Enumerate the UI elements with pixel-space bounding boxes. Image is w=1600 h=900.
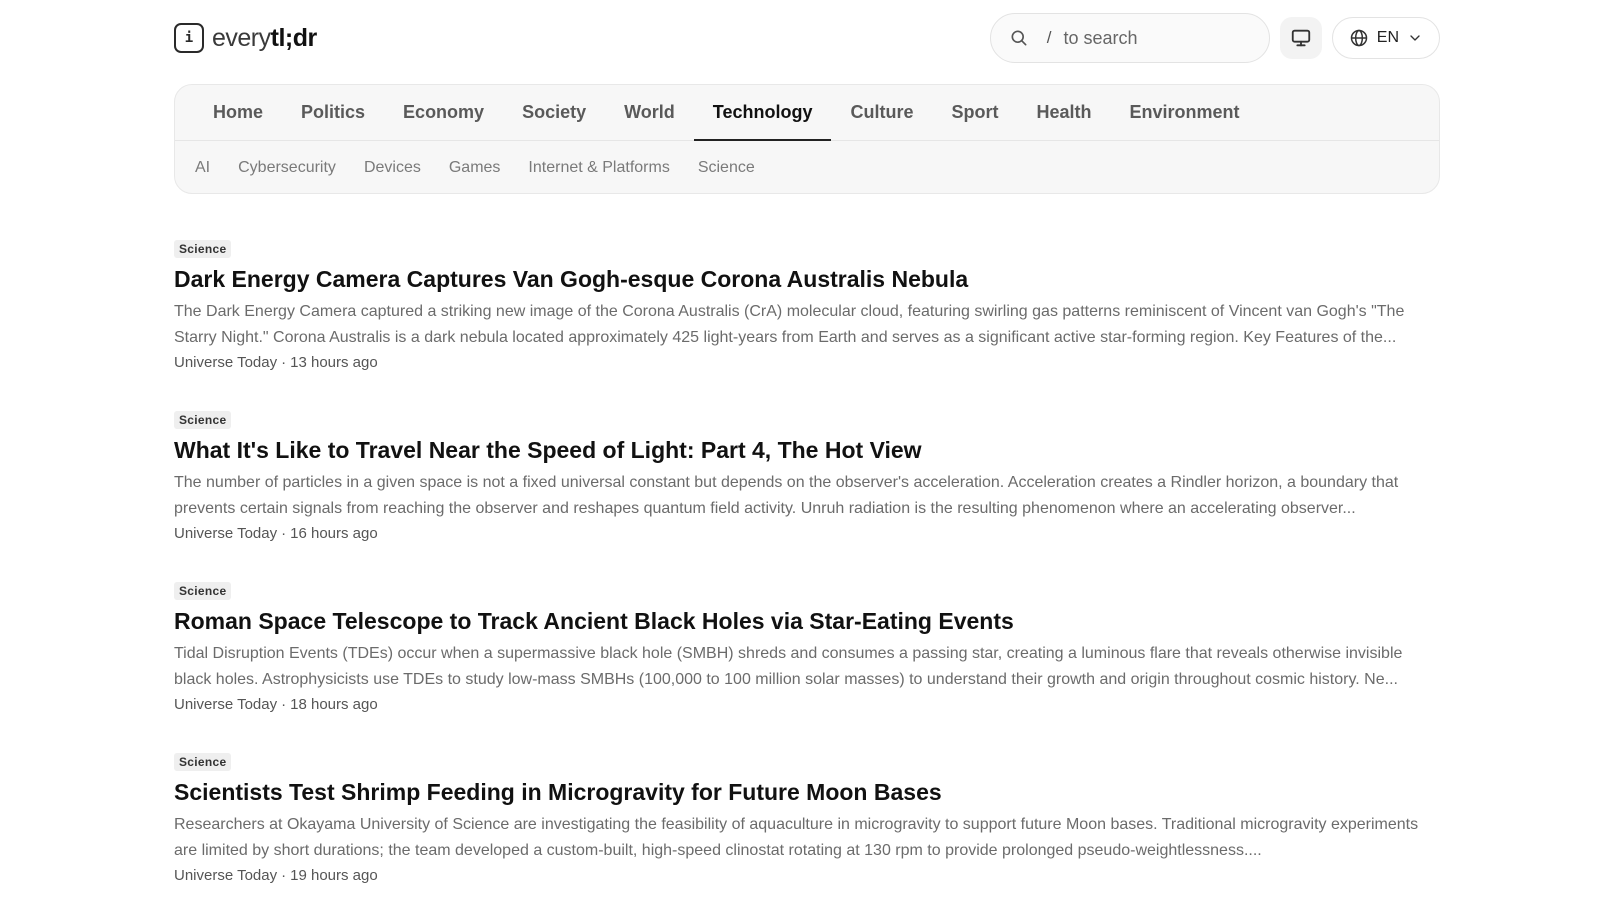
article-meta: Universe Today · 18 hours ago [174, 696, 1440, 713]
subtab-internet-platforms[interactable]: Internet & Platforms [528, 159, 669, 177]
meta-separator: · [281, 354, 287, 371]
article-summary: Researchers at Okayama University of Sci… [174, 816, 1419, 859]
article-source: Universe Today [174, 867, 278, 884]
main-tabs: Home Politics Economy Society World Tech… [175, 85, 1439, 141]
article-source: Universe Today [174, 696, 278, 713]
category-navigation: Home Politics Economy Society World Tech… [174, 84, 1440, 194]
search-placeholder: to search [1063, 27, 1138, 48]
tab-politics[interactable]: Politics [282, 85, 384, 140]
article-summary: The number of particles in a given space… [174, 474, 1399, 517]
category-badge: Science [174, 582, 232, 600]
article-source: Universe Today [174, 525, 278, 542]
logo-icon: i [174, 23, 204, 53]
tab-sport[interactable]: Sport [932, 85, 1017, 140]
tab-society[interactable]: Society [503, 85, 605, 140]
category-badge: Science [174, 240, 232, 258]
article-meta: Universe Today · 19 hours ago [174, 867, 1440, 884]
logo-text-strong: tl;dr [270, 23, 318, 52]
subtab-science[interactable]: Science [698, 159, 755, 177]
tab-environment[interactable]: Environment [1110, 85, 1258, 140]
article-time: 13 hours ago [290, 354, 378, 371]
tab-culture[interactable]: Culture [831, 85, 932, 140]
subtab-games[interactable]: Games [449, 159, 501, 177]
category-badge: Science [174, 411, 232, 429]
article-item: Science Dark Energy Camera Captures Van … [174, 240, 1440, 411]
tab-home[interactable]: Home [194, 85, 282, 140]
category-badge: Science [174, 753, 232, 771]
search-shortcut: / [1046, 28, 1052, 47]
tab-technology[interactable]: Technology [693, 85, 832, 141]
tab-health[interactable]: Health [1017, 85, 1110, 140]
article-meta: Universe Today · 13 hours ago [174, 354, 1440, 371]
tab-world[interactable]: World [605, 85, 694, 140]
article-item: Science Scientists Test Shrimp Feeding i… [174, 753, 1440, 900]
display-mode-button[interactable] [1279, 17, 1322, 59]
subtab-cybersecurity[interactable]: Cybersecurity [238, 159, 336, 177]
meta-separator: · [281, 867, 287, 884]
article-title-link[interactable]: What It's Like to Travel Near the Speed … [174, 435, 1440, 465]
logo-text: everytl;dr [212, 24, 317, 53]
page: i everytl;dr / to search EN Home Politic… [0, 0, 1600, 900]
subtab-ai[interactable]: AI [195, 159, 210, 177]
globe-icon [1350, 29, 1368, 47]
article-title-link[interactable]: Scientists Test Shrimp Feeding in Microg… [174, 777, 1440, 807]
article-time: 18 hours ago [290, 696, 378, 713]
logo-text-prefix: every [212, 23, 271, 52]
article-item: Science Roman Space Telescope to Track A… [174, 582, 1440, 753]
article-time: 16 hours ago [290, 525, 378, 542]
article-meta: Universe Today · 16 hours ago [174, 525, 1440, 542]
article-list: Science Dark Energy Camera Captures Van … [174, 240, 1440, 900]
chevron-down-icon [1410, 35, 1420, 41]
article-source: Universe Today [174, 354, 278, 371]
subtab-devices[interactable]: Devices [364, 159, 421, 177]
header: i everytl;dr / to search EN [174, 12, 1440, 64]
meta-separator: · [281, 696, 287, 713]
search-input[interactable]: / to search [989, 13, 1270, 63]
article-title-link[interactable]: Roman Space Telescope to Track Ancient B… [174, 606, 1440, 636]
tab-economy[interactable]: Economy [384, 85, 503, 140]
monitor-icon [1291, 29, 1310, 47]
language-selector[interactable]: EN [1331, 17, 1440, 59]
article-title-link[interactable]: Dark Energy Camera Captures Van Gogh-esq… [174, 264, 1440, 294]
sub-tabs: AI Cybersecurity Devices Games Internet … [175, 141, 1439, 193]
language-label: EN [1376, 29, 1399, 46]
article-summary: Tidal Disruption Events (TDEs) occur whe… [174, 645, 1403, 688]
search-icon [1011, 30, 1027, 46]
header-actions: / to search EN [989, 13, 1440, 63]
article-time: 19 hours ago [290, 867, 378, 884]
site-logo[interactable]: i everytl;dr [174, 23, 317, 53]
article-summary: The Dark Energy Camera captured a striki… [174, 303, 1405, 346]
article-item: Science What It's Like to Travel Near th… [174, 411, 1440, 582]
meta-separator: · [281, 525, 287, 542]
